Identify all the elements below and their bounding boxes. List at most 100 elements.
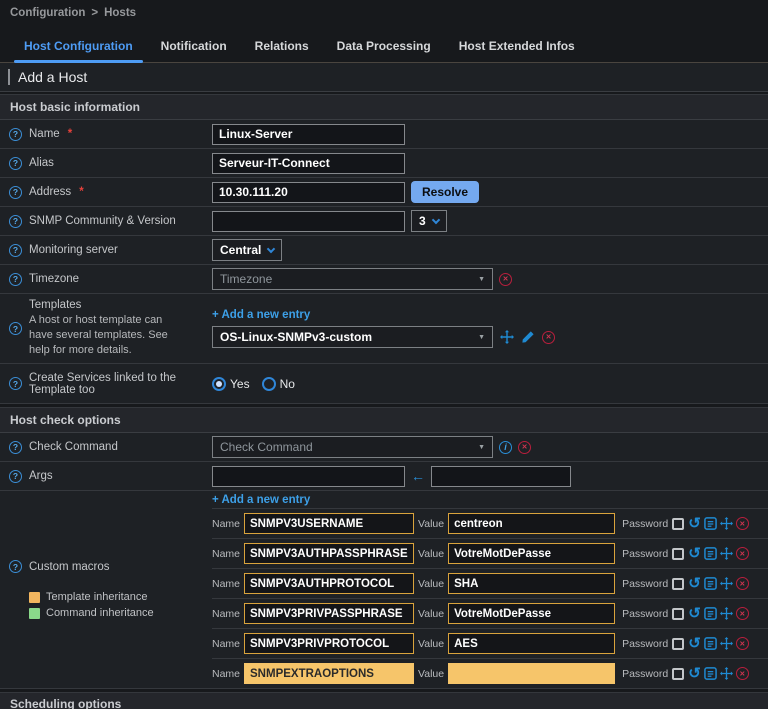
radio-yes-button[interactable] [212,377,226,391]
move-icon[interactable] [720,547,733,560]
description-icon[interactable] [704,667,717,680]
add-template-entry-link[interactable]: + Add a new entry [212,309,768,321]
help-icon[interactable]: ? [9,441,22,454]
help-icon[interactable]: ? [9,470,22,483]
help-icon[interactable]: ? [9,322,22,335]
delete-macro-icon[interactable]: ✕ [736,547,749,560]
breadcrumb-configuration[interactable]: Configuration [10,7,85,19]
snmp-community-input[interactable] [212,211,405,232]
move-icon[interactable] [720,607,733,620]
args-input-1[interactable] [212,466,405,487]
breadcrumb-hosts[interactable]: Hosts [104,7,136,19]
tab-host-extended-infos[interactable]: Host Extended Infos [445,31,589,62]
row-create-services: ? Create Services linked to the Template… [0,364,768,404]
title-bar: Add a Host [0,63,768,92]
description-icon[interactable] [704,517,717,530]
clear-timezone-icon[interactable]: ✕ [499,273,512,286]
macro-value-input[interactable] [448,663,615,684]
row-args: ? Args ← [0,462,768,491]
macro-value-input[interactable] [448,573,615,594]
tab-host-configuration[interactable]: Host Configuration [10,31,147,62]
check-command-select[interactable]: Check Command ▼ [212,436,493,458]
description-icon[interactable] [704,547,717,560]
radio-no-button[interactable] [262,377,276,391]
help-icon[interactable]: ? [9,273,22,286]
description-icon[interactable] [704,577,717,590]
move-icon[interactable] [720,637,733,650]
clear-check-command-icon[interactable]: ✕ [518,441,531,454]
move-icon[interactable] [720,667,733,680]
delete-macro-icon[interactable]: ✕ [736,637,749,650]
macro-name-input[interactable] [244,543,414,564]
name-input[interactable] [212,124,405,145]
macro-name-input[interactable] [244,513,414,534]
delete-macro-icon[interactable]: ✕ [736,667,749,680]
macro-value-input[interactable] [448,633,615,654]
password-checkbox[interactable] [672,548,684,560]
delete-template-icon[interactable]: ✕ [542,331,555,344]
macro-value-input[interactable] [448,603,615,624]
password-checkbox[interactable] [672,578,684,590]
delete-macro-icon[interactable]: ✕ [736,517,749,530]
address-input[interactable] [212,182,405,203]
undo-icon[interactable]: ↺ [688,547,701,560]
macro-value-input[interactable] [448,543,615,564]
password-checkbox[interactable] [672,668,684,680]
template-select[interactable]: OS-Linux-SNMPv3-custom ▼ [212,326,493,348]
undo-icon[interactable]: ↺ [688,667,701,680]
undo-icon[interactable]: ↺ [688,637,701,650]
template-inheritance-label: Template inheritance [46,591,148,603]
radio-no[interactable]: No [262,377,295,391]
tab-data-processing[interactable]: Data Processing [323,31,445,62]
row-name: ? Name * [0,120,768,149]
help-icon[interactable]: ? [9,377,22,390]
help-icon[interactable]: ? [9,244,22,257]
macro-name-input[interactable] [244,663,414,684]
monitoring-server-select[interactable]: Central [212,239,282,261]
args-input-2[interactable] [431,466,571,487]
timezone-select[interactable]: Timezone ▼ [212,268,493,290]
info-icon[interactable]: i [499,441,512,454]
snmp-version-select[interactable]: 3 [411,210,447,232]
macro-name-input[interactable] [244,603,414,624]
dropdown-arrow-icon: ▼ [478,334,485,341]
help-icon[interactable]: ? [9,157,22,170]
undo-icon[interactable]: ↺ [688,517,701,530]
delete-macro-icon[interactable]: ✕ [736,607,749,620]
password-checkbox[interactable] [672,518,684,530]
move-icon[interactable] [720,577,733,590]
template-inheritance-swatch [29,592,40,603]
alias-input[interactable] [212,153,405,174]
delete-macro-icon[interactable]: ✕ [736,577,749,590]
description-icon[interactable] [704,637,717,650]
tab-bar: Host Configuration Notification Relation… [0,23,768,63]
macro-value-input[interactable] [448,513,615,534]
dropdown-arrow-icon: ▼ [478,444,485,451]
command-inheritance-swatch [29,608,40,619]
breadcrumb: Configuration > Hosts [0,0,768,23]
radio-yes[interactable]: Yes [212,377,250,391]
password-checkbox[interactable] [672,638,684,650]
templates-help-text: A host or host template can have several… [29,313,187,358]
macro-name-input[interactable] [244,573,414,594]
add-macro-entry-link[interactable]: + Add a new entry [212,494,768,506]
macro-row: Name Value Password ↺ ✕ [212,658,768,688]
help-icon[interactable]: ? [9,186,22,199]
undo-icon[interactable]: ↺ [688,607,701,620]
password-checkbox[interactable] [672,608,684,620]
description-icon[interactable] [704,607,717,620]
resolve-button[interactable]: Resolve [411,181,479,203]
move-icon[interactable] [720,517,733,530]
macro-name-input[interactable] [244,633,414,654]
move-icon[interactable] [500,330,514,344]
tab-relations[interactable]: Relations [241,31,323,62]
undo-icon[interactable]: ↺ [688,577,701,590]
tab-notification[interactable]: Notification [147,31,241,62]
help-icon[interactable]: ? [9,215,22,228]
help-icon[interactable]: ? [9,560,22,573]
macro-row: Name Value Password ↺ ✕ [212,538,768,568]
row-custom-macros: ? Custom macros Template inheritance Com… [0,491,768,689]
help-icon[interactable]: ? [9,128,22,141]
edit-pencil-icon[interactable] [521,330,535,344]
breadcrumb-separator: > [91,7,98,19]
